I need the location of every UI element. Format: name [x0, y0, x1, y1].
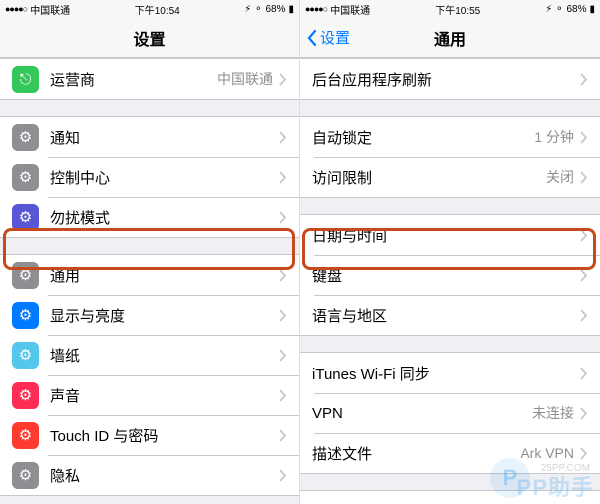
chevron-right-icon	[279, 429, 287, 442]
row-reset[interactable]: 还原	[300, 491, 600, 504]
nav-header: 设置 通用	[300, 18, 600, 58]
chevron-right-icon	[580, 131, 588, 144]
status-bar: ●●●●○ 中国联通 下午10:54 ⚡︎ ⚬ 68% ▮	[0, 0, 299, 18]
settings-list[interactable]: ⎋ 运营商 中国联通 ⚙︎通知⚙︎控制中心⚙︎勿扰模式 ⚙︎通用⚙︎显示与亮度⚙…	[0, 58, 299, 504]
battery-label: 68%	[265, 4, 285, 15]
chevron-right-icon	[279, 211, 287, 224]
signal-dots-icon: ●●●●○	[305, 4, 327, 14]
dnd-icon: ⚙︎	[12, 204, 39, 231]
row-profile[interactable]: 描述文件Ark VPN	[300, 433, 600, 473]
nav-title: 通用	[434, 26, 466, 50]
row-label: 勿扰模式	[50, 207, 279, 228]
general-screen: ●●●●○ 中国联通 下午10:55 ⚡︎ ⚬ 68% ▮ 设置 通用 后台应用…	[300, 0, 600, 504]
row-label: 自动锁定	[312, 127, 534, 148]
chevron-right-icon	[580, 309, 588, 322]
privacy-icon: ⚙︎	[12, 462, 39, 489]
row-label: 描述文件	[312, 443, 520, 464]
row-privacy[interactable]: ⚙︎ 隐私	[0, 455, 299, 495]
row-detail: 关闭	[546, 167, 574, 187]
carrier-label: 中国联通	[330, 2, 370, 17]
notifications-icon: ⚙︎	[12, 124, 39, 151]
row-control-center[interactable]: ⚙︎ 控制中心	[0, 157, 299, 197]
chevron-right-icon	[580, 269, 588, 282]
row-display[interactable]: ⚙︎ 显示与亮度	[0, 295, 299, 335]
touchid-icon: ⚙︎	[12, 422, 39, 449]
status-bar: ●●●●○ 中国联通 下午10:55 ⚡︎ ⚬ 68% ▮	[300, 0, 600, 18]
row-datetime[interactable]: 日期与时间	[300, 215, 600, 255]
row-detail: Ark VPN	[520, 445, 574, 461]
carrier-icon: ⎋	[12, 66, 39, 93]
chevron-right-icon	[580, 229, 588, 242]
row-label: 显示与亮度	[50, 305, 279, 326]
general-icon: ⚙︎	[12, 262, 39, 289]
row-general[interactable]: ⚙︎ 通用	[0, 255, 299, 295]
carrier-label: 中国联通	[30, 2, 70, 17]
battery-icon: ▮	[288, 4, 294, 15]
row-restrictions[interactable]: 访问限制关闭	[300, 157, 600, 197]
row-notifications[interactable]: ⚙︎ 通知	[0, 117, 299, 157]
chevron-right-icon	[580, 367, 588, 380]
nav-header: 设置	[0, 18, 299, 58]
chevron-right-icon	[580, 407, 588, 420]
row-carrier[interactable]: ⎋ 运营商 中国联通	[0, 59, 299, 99]
chevron-right-icon	[580, 171, 588, 184]
row-label: 后台应用程序刷新	[312, 69, 580, 90]
control-center-icon: ⚙︎	[12, 164, 39, 191]
chevron-right-icon	[279, 349, 287, 362]
row-label: 隐私	[50, 465, 279, 486]
bluetooth-icon: ⚡︎ ⚬	[545, 4, 563, 15]
display-icon: ⚙︎	[12, 302, 39, 329]
row-dnd[interactable]: ⚙︎ 勿扰模式	[0, 197, 299, 237]
row-label: 声音	[50, 385, 279, 406]
chevron-right-icon	[279, 73, 287, 86]
back-label: 设置	[320, 27, 350, 48]
sounds-icon: ⚙︎	[12, 382, 39, 409]
row-label: 通知	[50, 127, 279, 148]
chevron-right-icon	[279, 309, 287, 322]
general-list[interactable]: 后台应用程序刷新 自动锁定1 分钟访问限制关闭 日期与时间键盘语言与地区 iTu…	[300, 58, 600, 504]
row-label: iTunes Wi-Fi 同步	[312, 363, 580, 384]
row-label: Touch ID 与密码	[50, 425, 279, 446]
row-detail: 1 分钟	[534, 127, 574, 147]
row-detail: 未连接	[532, 403, 574, 423]
row-touchid[interactable]: ⚙︎ Touch ID 与密码	[0, 415, 299, 455]
bluetooth-icon: ⚡︎ ⚬	[244, 4, 262, 15]
chevron-right-icon	[279, 469, 287, 482]
status-time: 下午10:55	[435, 2, 480, 17]
row-label: 控制中心	[50, 167, 279, 188]
row-keyboard[interactable]: 键盘	[300, 255, 600, 295]
row-label: VPN	[312, 405, 532, 422]
chevron-right-icon	[580, 73, 588, 86]
signal-dots-icon: ●●●●○	[5, 4, 27, 14]
row-wallpaper[interactable]: ⚙︎ 墙纸	[0, 335, 299, 375]
row-ituneswifi[interactable]: iTunes Wi-Fi 同步	[300, 353, 600, 393]
nav-title: 设置	[133, 26, 165, 50]
chevron-right-icon	[279, 389, 287, 402]
row-label: 访问限制	[312, 167, 546, 188]
row-language[interactable]: 语言与地区	[300, 295, 600, 335]
back-button[interactable]: 设置	[306, 27, 350, 48]
row-label: 墙纸	[50, 345, 279, 366]
row-autolock[interactable]: 自动锁定1 分钟	[300, 117, 600, 157]
row-label: 日期与时间	[312, 225, 580, 246]
status-time: 下午10:54	[135, 2, 180, 17]
row-label: 运营商	[50, 69, 217, 90]
row-sounds[interactable]: ⚙︎ 声音	[0, 375, 299, 415]
chevron-right-icon	[279, 131, 287, 144]
battery-label: 68%	[566, 4, 586, 15]
row-label: 通用	[50, 265, 279, 286]
row-background-refresh[interactable]: 后台应用程序刷新	[300, 59, 600, 99]
row-label: 语言与地区	[312, 305, 580, 326]
wallpaper-icon: ⚙︎	[12, 342, 39, 369]
row-label: 键盘	[312, 265, 580, 286]
chevron-right-icon	[580, 447, 588, 460]
chevron-right-icon	[279, 171, 287, 184]
chevron-right-icon	[279, 269, 287, 282]
row-label: 还原	[312, 501, 580, 504]
row-detail: 中国联通	[217, 69, 273, 89]
battery-icon: ▮	[589, 4, 595, 15]
settings-screen: ●●●●○ 中国联通 下午10:54 ⚡︎ ⚬ 68% ▮ 设置 ⎋ 运营商 中…	[0, 0, 300, 504]
row-vpn[interactable]: VPN未连接	[300, 393, 600, 433]
